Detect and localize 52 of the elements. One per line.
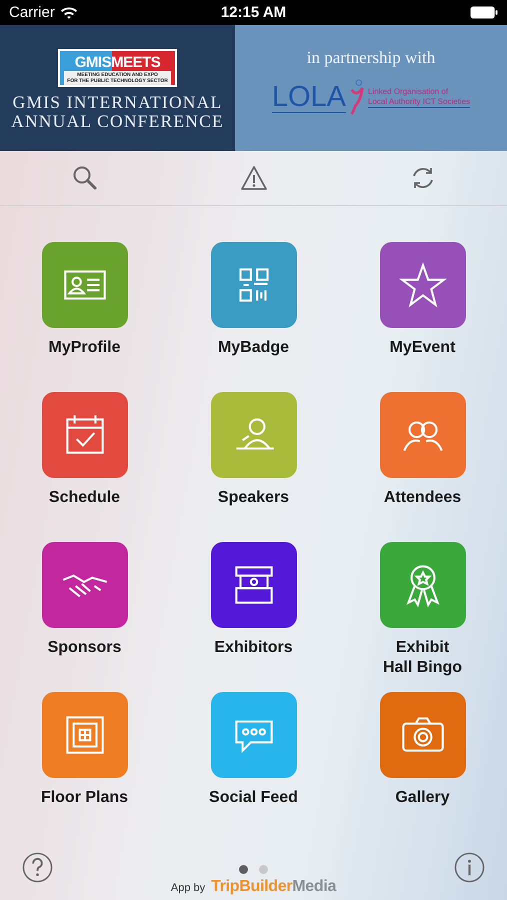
handshake-icon — [62, 574, 108, 598]
floor-plan-icon — [66, 716, 104, 754]
partner-logo-name: LOLA — [272, 82, 346, 112]
wifi-icon — [60, 6, 78, 19]
menu-tile[interactable] — [380, 692, 466, 778]
tile-label[interactable]: Floor Plans — [40, 788, 128, 808]
tile-label[interactable]: Sponsors — [48, 638, 122, 658]
tile-label[interactable]: Attendees — [384, 488, 462, 508]
battery-icon — [469, 6, 499, 19]
ribbon-icon — [406, 565, 439, 608]
menu-tile[interactable] — [380, 242, 466, 328]
speaker-icon — [234, 418, 274, 450]
help-icon[interactable] — [22, 852, 53, 883]
tile-label[interactable]: Gallery — [395, 788, 450, 808]
conference-title: GMIS INTERNATIONAL ANNUAL CONFERENCE — [11, 93, 224, 131]
menu-tile[interactable] — [42, 692, 128, 778]
tile-label[interactable]: Exhibitors — [214, 638, 293, 658]
star-icon — [398, 262, 446, 308]
tile-label[interactable]: MyBadge — [218, 338, 290, 358]
credit-text: App by — [170, 882, 206, 894]
booth-icon — [234, 566, 272, 604]
menu-tile[interactable] — [210, 242, 296, 328]
partner-full-name: Linked Organisation of Local Authority ICT Societies — [368, 86, 470, 108]
id-card-icon — [64, 270, 106, 300]
menu-tile[interactable] — [42, 542, 128, 628]
figure-icon — [348, 77, 366, 117]
menu-tile[interactable] — [42, 392, 128, 478]
page-dot[interactable] — [238, 865, 248, 874]
clock-time: 12:15 AM — [220, 4, 286, 21]
menu-tile[interactable] — [380, 392, 466, 478]
chat-icon — [234, 720, 272, 754]
partnership-text: in partnership with — [306, 48, 436, 68]
menu-tile[interactable] — [42, 242, 128, 328]
camera-icon — [402, 717, 444, 752]
tile-label[interactable]: MyProfile — [48, 338, 120, 358]
tile-label[interactable]: Social Feed — [209, 788, 298, 808]
page-dot[interactable] — [258, 865, 268, 874]
menu-tile[interactable] — [210, 542, 296, 628]
menu-tile[interactable] — [210, 692, 296, 778]
warning-icon[interactable] — [240, 165, 266, 191]
search-icon[interactable] — [72, 165, 98, 191]
menu-tile[interactable] — [210, 392, 296, 478]
tile-label[interactable]: Schedule — [48, 488, 120, 508]
people-icon — [402, 421, 442, 452]
menu-tile[interactable] — [380, 542, 466, 628]
info-icon[interactable] — [454, 852, 485, 883]
calendar-icon — [66, 414, 104, 454]
tile-label[interactable]: Exhibit Hall Bingo — [382, 638, 462, 678]
carrier-label: Carrier — [9, 4, 55, 21]
tile-label[interactable]: Speakers — [218, 488, 290, 508]
tile-label[interactable]: MyEvent — [390, 338, 456, 358]
qr-code-icon — [238, 268, 268, 302]
